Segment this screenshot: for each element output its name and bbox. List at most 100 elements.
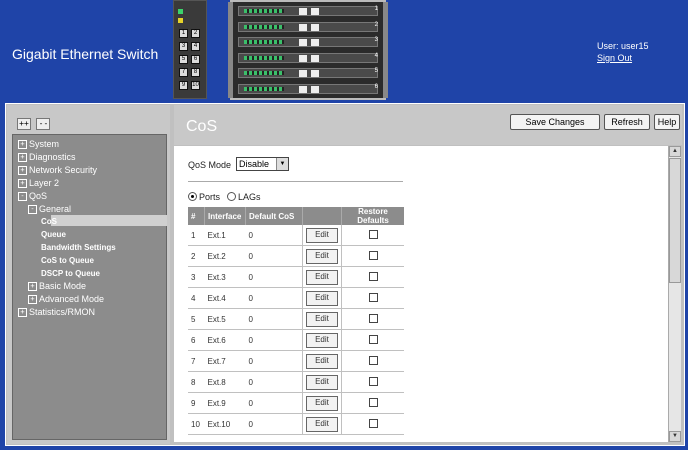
row-edit-cell: Edit — [302, 225, 342, 246]
expand-icon[interactable]: + — [18, 307, 27, 317]
qos-mode-select[interactable]: Disable ▼ — [236, 157, 289, 171]
sidebar-item-queue[interactable]: Queue — [41, 229, 66, 240]
sidebar-item-system[interactable]: + System — [18, 139, 59, 150]
row-default-cos: 0 — [245, 266, 303, 288]
row-default-cos: 0 — [245, 245, 303, 267]
blade-number: 6 — [374, 83, 378, 90]
table-row: 5 Ext.5 0 Edit — [188, 308, 404, 330]
sidebar-item-general[interactable]: - General — [28, 204, 71, 215]
edit-button[interactable]: Edit — [306, 290, 338, 306]
status-led — [178, 18, 183, 23]
expand-icon[interactable]: + — [28, 294, 37, 304]
scroll-thumb[interactable] — [669, 158, 681, 283]
row-edit-cell: Edit — [302, 245, 342, 267]
row-number: 4 — [188, 287, 205, 309]
switch-port-icon: 5 — [179, 55, 188, 64]
sidebar-item-dscp-to-queue[interactable]: DSCP to Queue — [41, 268, 100, 279]
restore-defaults-checkbox[interactable] — [368, 292, 378, 302]
help-button[interactable]: Help — [654, 114, 680, 130]
edit-button[interactable]: Edit — [306, 416, 338, 432]
scroll-up-icon[interactable]: ▲ — [669, 146, 681, 157]
row-number: 3 — [188, 266, 205, 288]
ports-radio[interactable]: Ports — [188, 192, 220, 202]
edit-button[interactable]: Edit — [306, 395, 338, 411]
edit-button[interactable]: Edit — [306, 248, 338, 264]
switch-port-icon: 4 — [191, 42, 200, 51]
sign-out-link[interactable]: Sign Out — [597, 52, 649, 64]
expand-icon[interactable]: + — [18, 165, 27, 175]
sidebar-item-label: Statistics/RMON — [29, 306, 96, 317]
row-default-cos: 0 — [245, 329, 303, 351]
row-restore-cell — [341, 413, 404, 435]
expand-icon[interactable]: + — [28, 281, 37, 291]
sidebar-item-label: General — [39, 203, 72, 214]
main-panel: ++ -- + System + Diagnostics + Network Securi… — [5, 103, 685, 446]
collapse-icon[interactable]: - — [28, 204, 37, 214]
sidebar-item-advanced-mode[interactable]: + Advanced Mode — [28, 294, 104, 305]
sidebar-item-layer-2[interactable]: + Layer 2 — [18, 178, 59, 189]
expand-icon[interactable]: + — [18, 140, 27, 149]
blade-number: 4 — [374, 52, 378, 59]
lags-radio[interactable]: LAGs — [227, 192, 261, 202]
restore-defaults-checkbox[interactable] — [368, 355, 378, 365]
cos-table: # Interface Default CoS Restore Defaults… — [188, 207, 404, 435]
row-edit-cell: Edit — [302, 329, 342, 351]
sidebar-item-label: Bandwidth Settings — [41, 243, 116, 253]
switch-blade: 1 — [238, 6, 378, 16]
edit-button[interactable]: Edit — [306, 227, 338, 243]
collapse-all-button[interactable]: -- — [36, 118, 51, 130]
sidebar-item-network-security[interactable]: + Network Security — [18, 165, 97, 176]
refresh-button[interactable]: Refresh — [604, 114, 650, 130]
edit-button[interactable]: Edit — [306, 311, 338, 327]
edit-button[interactable]: Edit — [306, 353, 338, 369]
row-number: 10 — [188, 413, 205, 435]
restore-defaults-checkbox[interactable] — [368, 229, 378, 239]
row-interface: Ext.2 — [204, 245, 246, 267]
col-restore-defaults: Restore Defaults — [341, 207, 404, 225]
sidebar-item-label: QoS — [29, 190, 48, 201]
radio-unselected-icon — [227, 192, 236, 201]
row-restore-cell — [341, 225, 404, 246]
sidebar-item-basic-mode[interactable]: + Basic Mode — [28, 281, 86, 292]
restore-defaults-checkbox[interactable] — [368, 271, 378, 281]
row-interface: Ext.10 — [204, 413, 246, 435]
row-number: 1 — [188, 225, 205, 246]
scroll-down-icon[interactable]: ▼ — [669, 431, 681, 442]
sidebar-item-qos[interactable]: - QoS — [18, 191, 47, 202]
sidebar-item-cos-to-queue[interactable]: CoS to Queue — [41, 255, 94, 266]
row-edit-cell: Edit — [302, 392, 342, 414]
sidebar-item-statistics-rmon[interactable]: + Statistics/RMON — [18, 307, 95, 318]
sidebar-item-cos[interactable]: CoS — [41, 216, 57, 227]
edit-button[interactable]: Edit — [306, 332, 338, 348]
blade-number: 1 — [374, 6, 378, 12]
restore-defaults-checkbox[interactable] — [368, 418, 378, 428]
row-edit-cell: Edit — [302, 413, 342, 435]
table-row: 3 Ext.3 0 Edit — [188, 266, 404, 288]
restore-defaults-checkbox[interactable] — [368, 397, 378, 407]
expand-icon[interactable]: + — [18, 178, 27, 188]
collapse-icon[interactable]: - — [18, 191, 27, 201]
sidebar-item-diagnostics[interactable]: + Diagnostics — [18, 152, 76, 163]
user-box: User: user15 Sign Out — [597, 40, 649, 64]
save-changes-button[interactable]: Save Changes — [510, 114, 600, 130]
edit-button[interactable]: Edit — [306, 374, 338, 390]
restore-defaults-checkbox[interactable] — [368, 250, 378, 260]
row-interface: Ext.4 — [204, 287, 246, 309]
edit-button[interactable]: Edit — [306, 269, 338, 285]
sidebar-item-label: Diagnostics — [29, 151, 76, 162]
vertical-scrollbar[interactable]: ▲ ▼ — [668, 146, 681, 442]
switch-port-icon: 6 — [191, 55, 200, 64]
sidebar-item-label: Queue — [41, 230, 66, 240]
sidebar-item-bandwidth-settings[interactable]: Bandwidth Settings — [41, 242, 116, 253]
row-restore-cell — [341, 371, 404, 393]
expand-all-button[interactable]: ++ — [17, 118, 31, 130]
row-edit-cell: Edit — [302, 371, 342, 393]
restore-defaults-checkbox[interactable] — [368, 376, 378, 386]
row-number: 8 — [188, 371, 205, 393]
restore-defaults-checkbox[interactable] — [368, 313, 378, 323]
row-default-cos: 0 — [245, 413, 303, 435]
restore-defaults-checkbox[interactable] — [368, 334, 378, 344]
row-interface: Ext.3 — [204, 266, 246, 288]
radio-selected-icon — [188, 192, 197, 201]
expand-icon[interactable]: + — [18, 152, 27, 162]
